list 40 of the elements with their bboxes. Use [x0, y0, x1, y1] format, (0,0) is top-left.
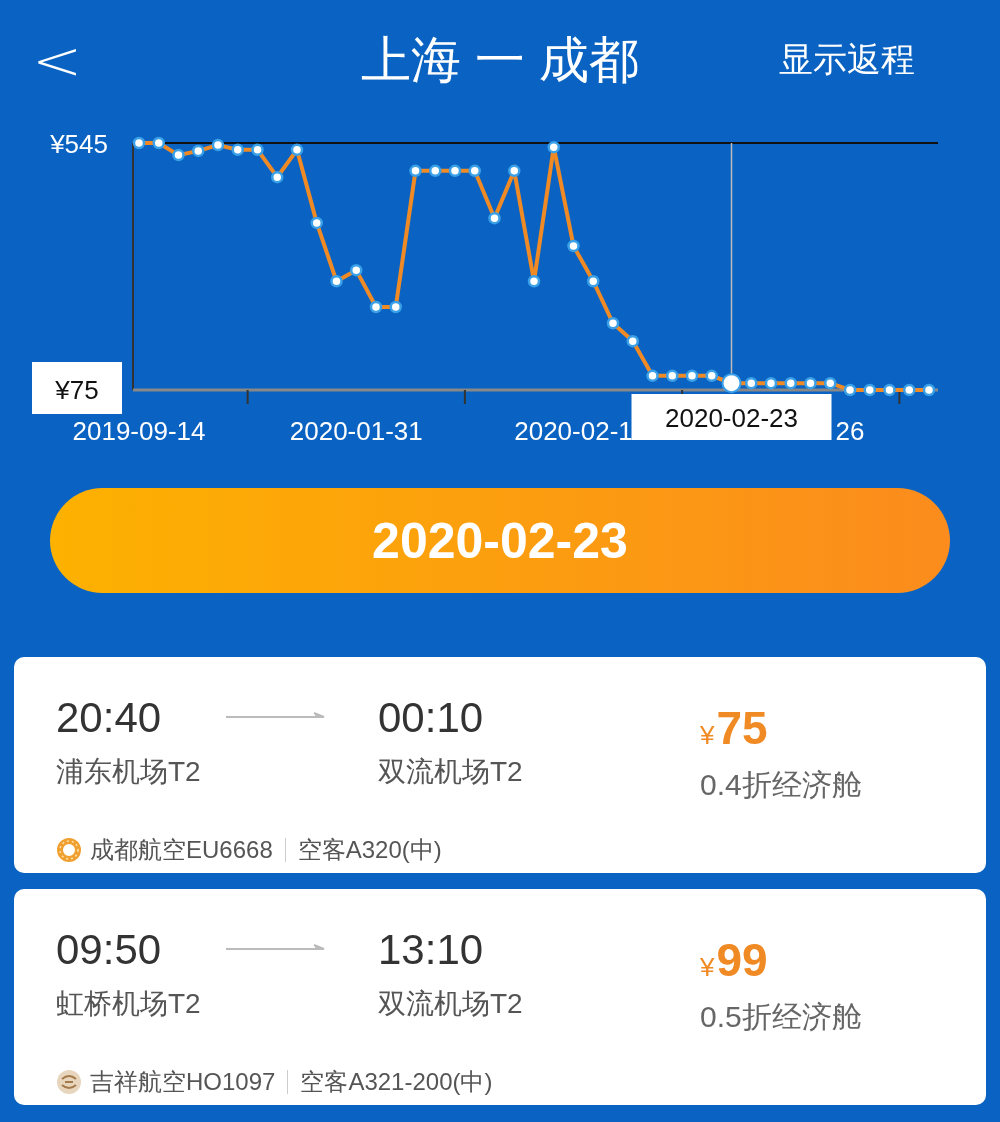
data-point[interactable]: [231, 143, 244, 157]
min-price-label: ¥75: [32, 362, 122, 414]
flight-card[interactable]: 09:50 虹桥机场T2 13:10 双流机场T2 ¥99 0.5折经济舱 吉祥航空HO1097 空客A321-200(中): [14, 889, 986, 1105]
data-point[interactable]: [211, 138, 225, 152]
arrow-icon: [226, 711, 326, 721]
x-axis-label: 26: [835, 416, 865, 446]
departure-airport: 浦东机场T2: [56, 755, 201, 789]
arrival-time: 00:10: [378, 693, 484, 743]
x-axis-label: 2020-01-31: [289, 416, 423, 446]
selected-point: [721, 373, 742, 394]
ring-logo-icon: [56, 836, 82, 863]
price: ¥75: [700, 701, 768, 755]
data-point[interactable]: [251, 143, 264, 157]
date-tooltip: 2020-02-23: [631, 394, 832, 440]
flight-card[interactable]: 20:40 浦东机场T2 00:10 双流机场T2 ¥75 0.4折经济舱 成都航空EU6668 空客A320(中): [14, 657, 986, 873]
emblem-logo-icon: [56, 1068, 82, 1095]
aircraft-type: 空客A321-200(中): [300, 1066, 493, 1097]
aircraft-type: 空客A320(中): [297, 834, 442, 865]
back-button[interactable]: <: [32, 28, 83, 92]
airline-flight-number: 成都航空EU6668: [90, 834, 273, 865]
arrival-airport: 双流机场T2: [378, 987, 523, 1021]
arrival-time: 13:10: [378, 925, 484, 975]
arrival-airport: 双流机场T2: [378, 755, 523, 789]
departure-airport: 虹桥机场T2: [56, 987, 201, 1021]
y-tick-label: ¥75: [54, 375, 99, 405]
cabin-class: 0.5折经济舱: [700, 999, 862, 1035]
data-point[interactable]: [290, 143, 304, 157]
y-axis-label: ¥545: [50, 129, 108, 159]
x-axis-label: 2019-09-14: [72, 416, 206, 446]
departure-time: 09:50: [56, 925, 162, 975]
arrow-icon: [226, 943, 326, 953]
price: ¥99: [700, 933, 768, 987]
cabin-class: 0.4折经济舱: [700, 767, 862, 803]
x-axis-label: 2020-02-1: [514, 416, 633, 446]
airline-flight-number: 吉祥航空HO1097: [90, 1066, 276, 1097]
data-point[interactable]: [547, 140, 560, 154]
departure-time: 20:40: [56, 693, 162, 743]
route-title: 上海 一 成都: [361, 30, 639, 90]
show-return-link[interactable]: 显示返程: [779, 37, 915, 83]
data-point[interactable]: [132, 136, 146, 150]
